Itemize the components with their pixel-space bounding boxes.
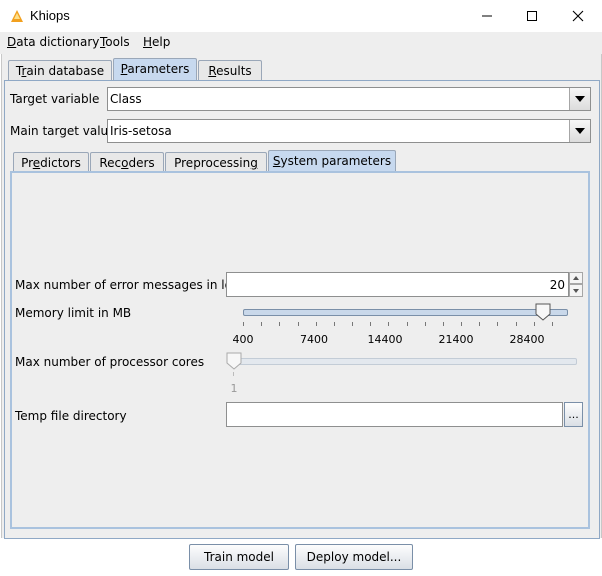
memory-tick-label: 14400 bbox=[367, 333, 403, 346]
memory-tick-label: 28400 bbox=[509, 333, 545, 346]
maximize-icon bbox=[527, 11, 537, 21]
tab-label: ders bbox=[128, 156, 155, 170]
close-icon bbox=[572, 10, 584, 22]
minimize-button[interactable] bbox=[464, 0, 510, 32]
tab-label: arameters bbox=[127, 62, 190, 76]
temp-directory-label: Temp file directory bbox=[15, 409, 127, 423]
tab-label: Pr bbox=[21, 156, 33, 170]
tab-preprocessing[interactable]: Preprocessing bbox=[165, 152, 267, 173]
memory-tick bbox=[461, 322, 462, 326]
close-button[interactable] bbox=[555, 0, 601, 32]
window-title: Khiops bbox=[30, 8, 70, 23]
memory-tick bbox=[443, 322, 444, 326]
system-parameters-panel bbox=[10, 171, 590, 529]
processor-cores-slider-track[interactable] bbox=[232, 358, 577, 365]
mnemonic: D bbox=[7, 35, 17, 49]
tab-train-database[interactable]: Train database bbox=[8, 60, 112, 81]
memory-tick bbox=[279, 322, 280, 326]
tab-parameters[interactable]: Parameters bbox=[113, 58, 197, 81]
target-variable-value: Class bbox=[110, 92, 142, 106]
tab-label: ystem parameters bbox=[280, 154, 392, 168]
memory-tick bbox=[334, 322, 335, 326]
dropdown-arrow-button[interactable] bbox=[569, 120, 590, 142]
mnemonic: S bbox=[272, 154, 281, 168]
spinner-down-button[interactable] bbox=[569, 284, 583, 297]
memory-tick bbox=[370, 322, 371, 326]
dropdown-arrow-button[interactable] bbox=[569, 88, 590, 110]
tab-label: dictors bbox=[40, 156, 81, 170]
memory-tick bbox=[316, 322, 317, 326]
browse-button[interactable]: ... bbox=[564, 402, 583, 427]
tab-label: ain database bbox=[26, 64, 105, 78]
khiops-logo-icon bbox=[11, 10, 23, 22]
menu-label: ools bbox=[105, 35, 130, 49]
chevron-down-icon bbox=[575, 96, 585, 102]
memory-tick bbox=[407, 322, 408, 326]
memory-tick-label: 400 bbox=[232, 333, 254, 346]
menu-data-dictionary[interactable]: Data dictionary bbox=[7, 35, 99, 49]
memory-tick bbox=[534, 322, 535, 326]
target-variable-label: Target variable bbox=[10, 92, 100, 106]
caret-up-icon bbox=[573, 276, 579, 280]
chevron-down-icon bbox=[575, 128, 585, 134]
mnemonic: H bbox=[143, 35, 153, 49]
spinner-up-button[interactable] bbox=[569, 272, 583, 284]
processor-cores-label: Max number of processor cores bbox=[15, 355, 205, 369]
tab-recoders[interactable]: Recoders bbox=[90, 152, 164, 173]
processor-cores-slider-thumb[interactable] bbox=[226, 352, 242, 370]
target-variable-select[interactable]: Class bbox=[107, 87, 591, 111]
mnemonic: g bbox=[250, 156, 258, 170]
caret-down-icon bbox=[573, 288, 579, 293]
memory-tick bbox=[352, 322, 353, 326]
memory-tick bbox=[552, 322, 553, 326]
tab-predictors[interactable]: Predictors bbox=[13, 152, 89, 173]
menu-help[interactable]: Help bbox=[143, 35, 170, 49]
memory-limit-slider-track[interactable] bbox=[243, 309, 568, 316]
menu-tools[interactable]: Tools bbox=[100, 35, 130, 49]
maximize-button[interactable] bbox=[509, 0, 555, 32]
memory-tick bbox=[425, 322, 426, 326]
memory-tick bbox=[497, 322, 498, 326]
memory-limit-label: Memory limit in MB bbox=[15, 306, 132, 320]
temp-directory-input[interactable] bbox=[226, 402, 563, 427]
memory-tick bbox=[388, 322, 389, 326]
menu-label: ata dictionary bbox=[16, 35, 100, 49]
memory-tick bbox=[479, 322, 480, 326]
memory-tick bbox=[243, 322, 244, 326]
menu-label: elp bbox=[152, 35, 171, 49]
max-error-messages-value: 20 bbox=[549, 278, 565, 292]
memory-tick bbox=[516, 322, 517, 326]
max-error-messages-label: Max number of error messages in log bbox=[15, 278, 240, 292]
memory-tick-label: 7400 bbox=[300, 333, 328, 346]
main-target-value-select[interactable]: Iris-setosa bbox=[107, 119, 591, 143]
main-target-value-value: Iris-setosa bbox=[110, 124, 172, 138]
main-target-value-label: Main target value bbox=[10, 124, 116, 138]
tab-label: Rec bbox=[99, 156, 122, 170]
tab-label: esults bbox=[216, 64, 252, 78]
memory-tick-label: 21400 bbox=[438, 333, 474, 346]
memory-tick bbox=[298, 322, 299, 326]
train-model-button[interactable]: Train model bbox=[189, 544, 289, 570]
deploy-model-button[interactable]: Deploy model... bbox=[295, 544, 413, 570]
processor-tick-label: 1 bbox=[230, 382, 238, 395]
memory-tick bbox=[261, 322, 262, 326]
processor-tick bbox=[233, 372, 234, 376]
tab-results[interactable]: Results bbox=[198, 60, 262, 81]
minimize-icon bbox=[482, 15, 492, 17]
tab-system-parameters[interactable]: System parameters bbox=[268, 150, 396, 173]
max-error-messages-input[interactable]: 20 bbox=[226, 272, 569, 297]
tab-label: Preprocessin bbox=[174, 156, 251, 170]
memory-limit-slider-thumb[interactable] bbox=[535, 303, 551, 321]
mnemonic: R bbox=[208, 64, 217, 78]
